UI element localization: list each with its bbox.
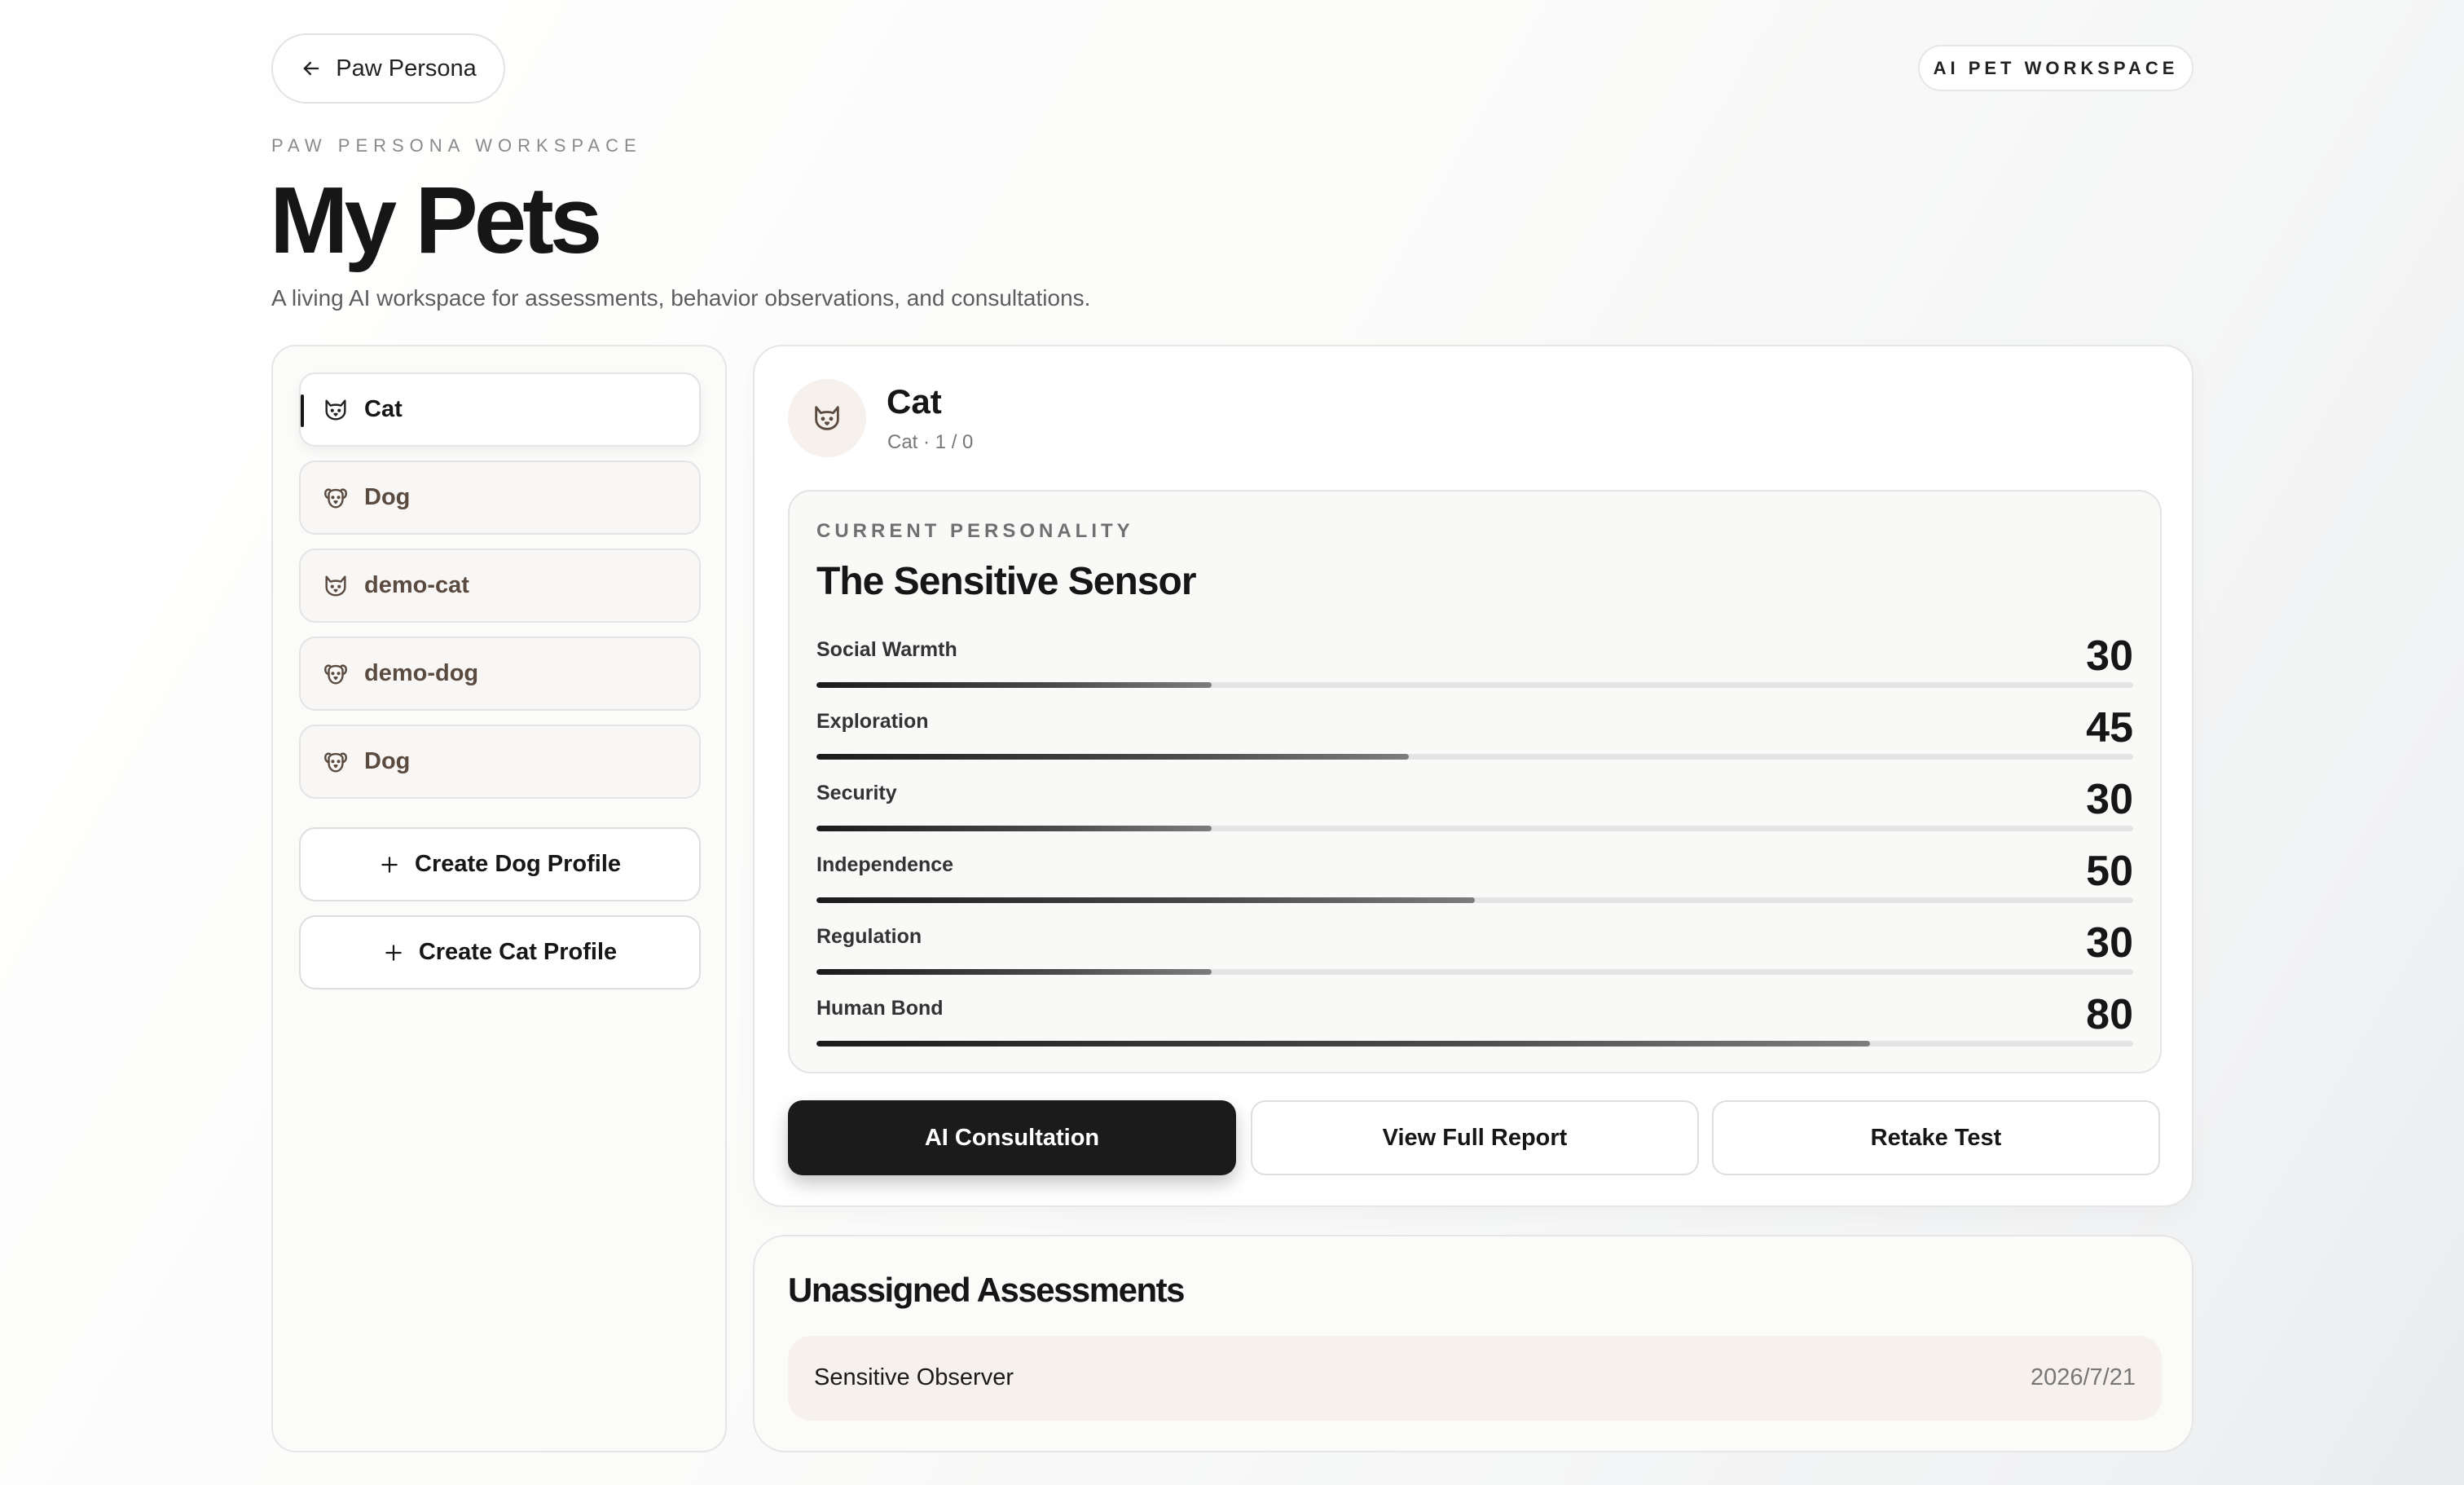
view-full-report-button[interactable]: View Full Report — [1251, 1100, 1699, 1175]
pet-item-dog-2[interactable]: Dog — [299, 725, 701, 799]
trait-value: 30 — [2086, 632, 2133, 680]
trait-bar-fill — [816, 1041, 1870, 1047]
trait-value: 80 — [2086, 991, 2133, 1038]
pet-item-demo-cat[interactable]: demo-cat — [299, 549, 701, 623]
trait-human-bond: Human Bond 80 — [816, 990, 2133, 1055]
pet-item-label: Dog — [364, 748, 411, 774]
dog-icon — [322, 748, 350, 776]
dog-icon — [322, 660, 350, 688]
plus-icon — [379, 854, 400, 875]
cat-icon — [322, 396, 350, 424]
pet-name: Cat — [887, 382, 942, 421]
create-dog-label: Create Dog Profile — [415, 851, 621, 877]
page-subtitle: A living AI workspace for assessments, b… — [271, 285, 1091, 311]
trait-label: Exploration — [816, 710, 929, 733]
trait-label: Regulation — [816, 925, 922, 948]
trait-bar — [816, 1041, 2133, 1047]
ai-consultation-button[interactable]: AI Consultation — [788, 1100, 1236, 1175]
arrow-left-icon — [300, 57, 323, 80]
trait-bar — [816, 897, 2133, 903]
trait-exploration: Exploration 45 — [816, 703, 2133, 769]
create-cat-label: Create Cat Profile — [418, 939, 618, 965]
trait-bar-fill — [816, 754, 1410, 760]
create-dog-profile-button[interactable]: Create Dog Profile — [299, 827, 701, 901]
personality-panel: CURRENT PERSONALITY The Sensitive Sensor… — [788, 490, 2162, 1073]
pet-sidebar: Cat Dog demo-cat demo-dog Dog Create Dog… — [271, 345, 727, 1452]
assessment-date: 2026/7/21 — [2030, 1364, 2136, 1390]
trait-bar-fill — [816, 897, 1475, 903]
trait-bar — [816, 826, 2133, 831]
personality-label: CURRENT PERSONALITY — [816, 520, 1134, 542]
trait-regulation: Regulation 30 — [816, 919, 2133, 984]
page-eyebrow: PAW PERSONA WORKSPACE — [271, 135, 642, 156]
trait-label: Human Bond — [816, 997, 944, 1020]
pet-item-label: demo-cat — [364, 572, 469, 598]
assessment-name: Sensitive Observer — [814, 1364, 1014, 1390]
trait-bar — [816, 682, 2133, 688]
avatar — [788, 379, 866, 457]
pet-detail-card: Cat Cat · 1 / 0 CURRENT PERSONALITY The … — [753, 345, 2193, 1207]
page-title: My Pets — [270, 167, 602, 273]
personality-title: The Sensitive Sensor — [816, 560, 1197, 603]
trait-label: Independence — [816, 853, 954, 876]
trait-security: Security 30 — [816, 775, 2133, 840]
pet-item-label: Cat — [364, 396, 403, 422]
trait-independence: Independence 50 — [816, 847, 2133, 912]
dog-icon — [322, 484, 350, 512]
workspace-badge: AI PET WORKSPACE — [1918, 45, 2193, 91]
pet-item-label: demo-dog — [364, 660, 479, 686]
trait-bar-fill — [816, 826, 1212, 831]
trait-bar-fill — [816, 969, 1212, 975]
trait-value: 45 — [2086, 704, 2133, 751]
back-button[interactable]: Paw Persona — [271, 33, 505, 104]
trait-bar-fill — [816, 682, 1212, 688]
pet-item-label: Dog — [364, 484, 411, 510]
pet-meta: Cat · 1 / 0 — [887, 431, 974, 453]
create-cat-profile-button[interactable]: Create Cat Profile — [299, 915, 701, 989]
pet-item-demo-dog[interactable]: demo-dog — [299, 637, 701, 711]
pet-list: Cat Dog demo-cat demo-dog Dog — [299, 372, 701, 813]
trait-value: 30 — [2086, 919, 2133, 967]
cat-icon — [322, 572, 350, 600]
plus-icon — [383, 942, 404, 963]
trait-value: 50 — [2086, 848, 2133, 895]
trait-bar — [816, 754, 2133, 760]
trait-value: 30 — [2086, 776, 2133, 823]
trait-social-warmth: Social Warmth 30 — [816, 632, 2133, 697]
pet-item-cat[interactable]: Cat — [299, 372, 701, 447]
cat-icon — [811, 402, 843, 434]
assessment-row[interactable]: Sensitive Observer 2026/7/21 — [788, 1336, 2162, 1421]
pet-item-dog[interactable]: Dog — [299, 460, 701, 535]
trait-bar — [816, 969, 2133, 975]
retake-test-button[interactable]: Retake Test — [1712, 1100, 2160, 1175]
back-button-label: Paw Persona — [336, 55, 477, 82]
unassigned-assessments-card: Unassigned Assessments Sensitive Observe… — [753, 1235, 2193, 1452]
trait-label: Security — [816, 782, 897, 804]
trait-label: Social Warmth — [816, 638, 957, 661]
unassigned-title: Unassigned Assessments — [788, 1271, 1186, 1309]
